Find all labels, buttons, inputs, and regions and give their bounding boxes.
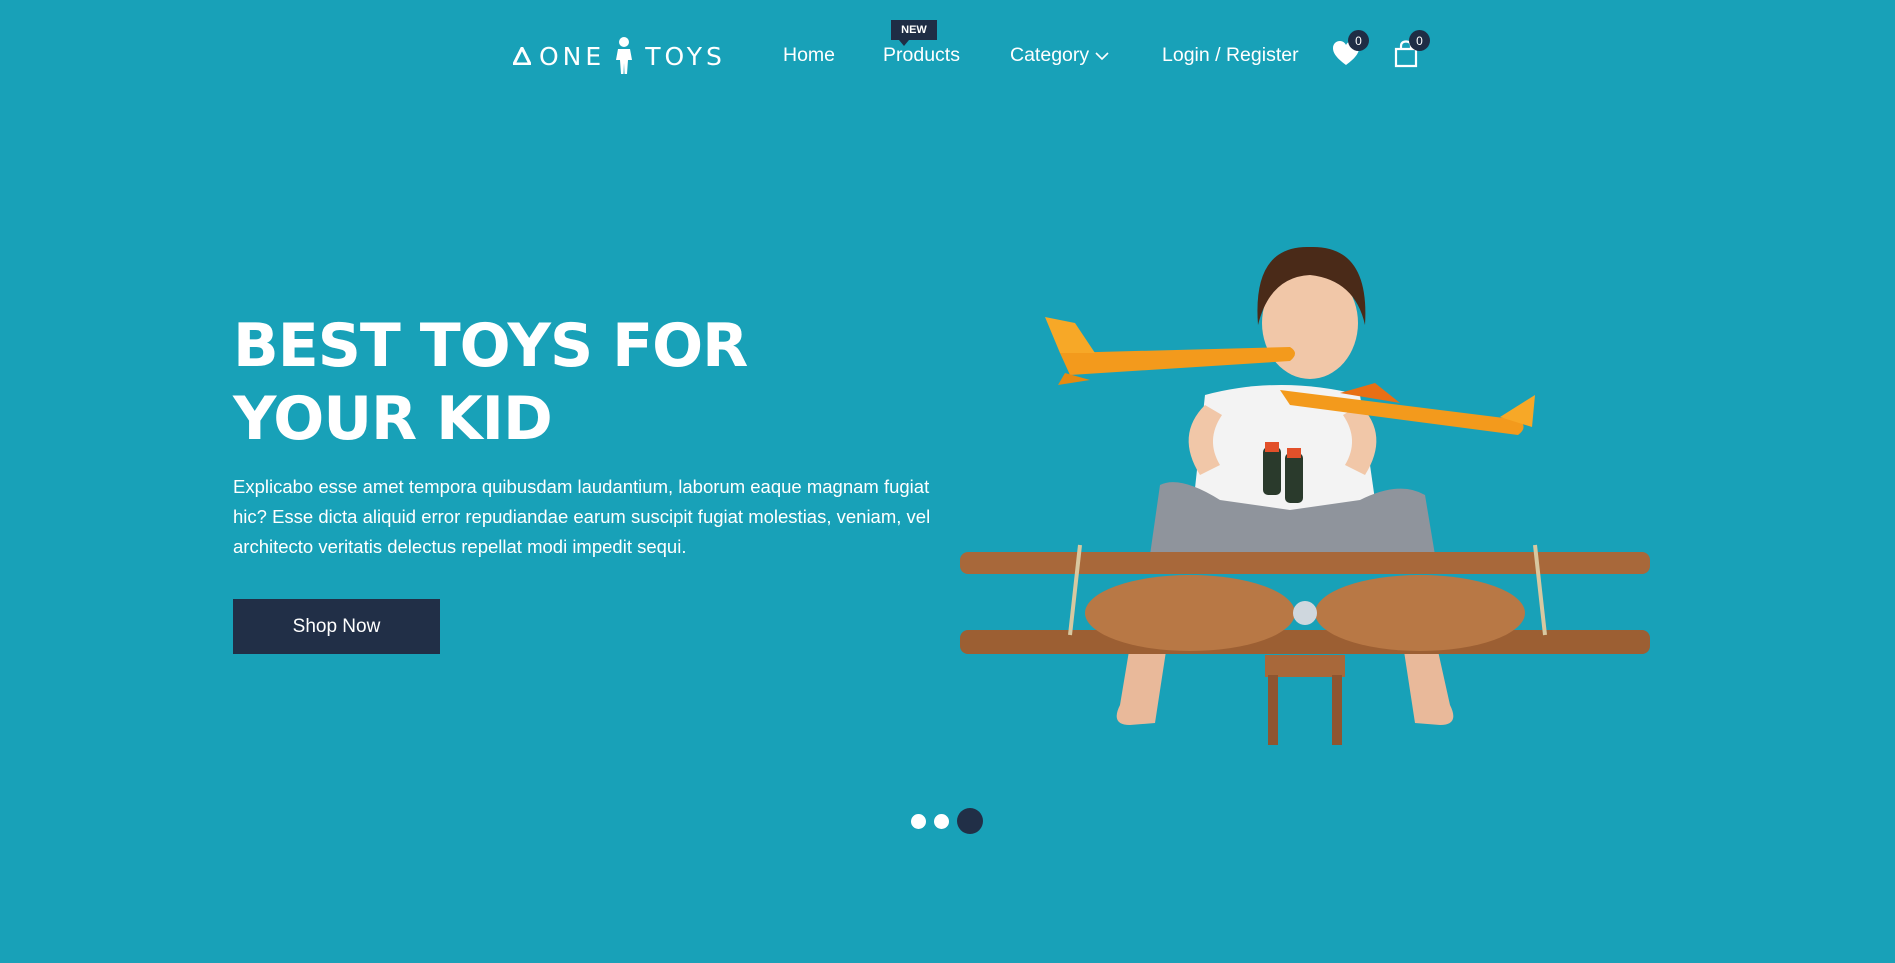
binoculars-icon bbox=[1263, 447, 1281, 495]
new-badge: NEW bbox=[891, 20, 937, 46]
brand-name-right: TOYS bbox=[645, 41, 726, 71]
nav-login-register[interactable]: Login / Register bbox=[1162, 44, 1299, 67]
propeller-hub bbox=[1293, 601, 1317, 625]
wishlist-button[interactable]: 0 bbox=[1332, 30, 1369, 70]
nav-home[interactable]: Home bbox=[783, 44, 835, 67]
slider-dot-3[interactable] bbox=[957, 808, 983, 834]
cart-button[interactable]: 0 bbox=[1393, 30, 1430, 70]
toy-plane-left bbox=[1060, 347, 1295, 375]
hero-description: Explicabo esse amet tempora quibusdam la… bbox=[233, 476, 931, 557]
brand-name-left: ONE bbox=[539, 41, 606, 71]
wood-propeller-left bbox=[1085, 575, 1295, 651]
nav-category-label: Category bbox=[1010, 44, 1090, 66]
nav-products[interactable]: Products bbox=[883, 44, 960, 67]
wishlist-count: 0 bbox=[1348, 30, 1369, 51]
triangle-mark-icon bbox=[513, 47, 531, 65]
chevron-down-icon bbox=[1095, 51, 1109, 60]
cart-count: 0 bbox=[1409, 30, 1430, 51]
slider-pagination bbox=[911, 808, 983, 834]
nav-category[interactable]: Category bbox=[1010, 44, 1109, 67]
shop-now-button[interactable]: Shop Now bbox=[233, 599, 440, 654]
hero-title: BEST TOYS FOR YOUR KID bbox=[233, 311, 748, 454]
site-header: ONE TOYS Home NEW Products Category Logi… bbox=[0, 0, 1895, 110]
child-silhouette-icon bbox=[616, 37, 633, 74]
hero-image bbox=[960, 246, 1650, 745]
slider-dot-2[interactable] bbox=[934, 813, 949, 829]
wood-plane-top-wing bbox=[960, 552, 1650, 574]
slider-dot-1[interactable] bbox=[911, 813, 926, 829]
brand-logo[interactable]: ONE TOYS bbox=[513, 36, 726, 76]
wood-propeller-right bbox=[1315, 575, 1525, 651]
